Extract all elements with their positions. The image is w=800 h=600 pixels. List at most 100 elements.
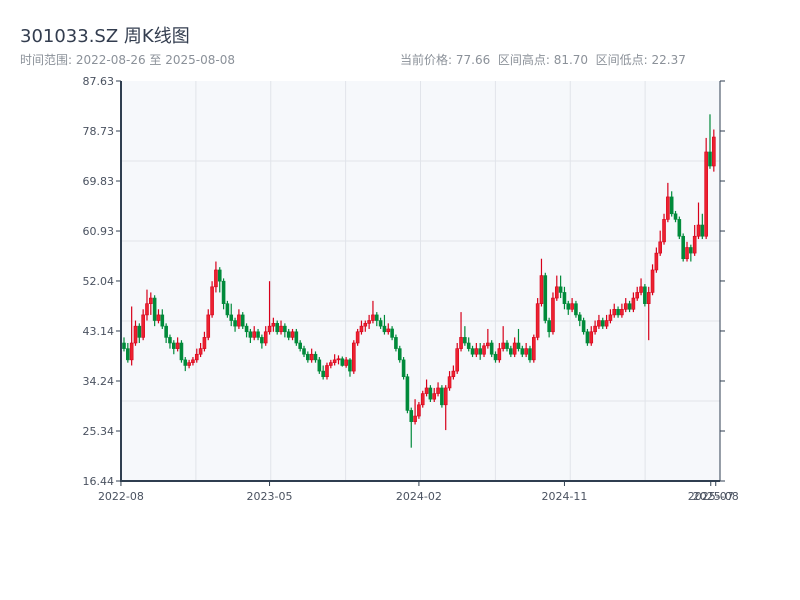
x-tick-label: 2025-08 [693, 490, 739, 503]
candle-up [351, 342, 356, 372]
candle-down [286, 331, 291, 338]
candle-down [283, 325, 287, 333]
candle-down [428, 387, 433, 400]
candle-up [309, 353, 314, 361]
candle-down [221, 280, 226, 304]
x-tick-label: 2024-11 [541, 490, 587, 503]
candle-down [643, 286, 647, 304]
candle-down [317, 359, 322, 372]
candle-down [248, 331, 253, 338]
candle-down [516, 342, 521, 349]
candle-up [133, 325, 138, 344]
candle-up [149, 297, 153, 304]
candle-up [455, 348, 460, 372]
candle-up [194, 353, 199, 361]
x-tick-label: 2023-05 [247, 490, 293, 503]
candle-up [198, 348, 203, 355]
candle-down [505, 342, 509, 349]
candle-down [340, 358, 345, 366]
candle-down [183, 359, 188, 366]
candle-up [620, 308, 624, 316]
candle-down [275, 323, 280, 333]
y-tick-label: 69.83 [83, 175, 115, 188]
candle-up [597, 320, 601, 327]
candle-up [267, 325, 272, 333]
candle-down [616, 308, 620, 316]
candle-down [294, 331, 299, 344]
candle-down [225, 303, 230, 316]
candle-down [217, 269, 222, 282]
candle-up [662, 219, 666, 243]
candle-up [263, 331, 268, 344]
candle-down [240, 314, 245, 327]
candle-up [336, 358, 341, 361]
candle-down [122, 342, 126, 349]
candle-up [420, 393, 425, 406]
candle-up [436, 387, 440, 394]
y-tick-label: 25.34 [83, 425, 115, 438]
y-tick-label: 78.73 [83, 125, 115, 138]
y-tick-label: 34.24 [83, 375, 115, 388]
candle-down [509, 348, 513, 355]
candle-up [532, 337, 536, 361]
candle-down [463, 337, 467, 344]
candle-up [271, 323, 276, 327]
candle-down [160, 314, 165, 327]
candle-up [666, 196, 670, 220]
candle-down [164, 325, 168, 338]
candle-up [704, 151, 708, 237]
candle-down [378, 320, 383, 327]
candle-down [681, 235, 685, 260]
candle-up [141, 314, 145, 338]
candle-up [237, 314, 241, 327]
candle-down [229, 314, 234, 321]
candle-up [325, 365, 329, 378]
candle-down [409, 410, 414, 422]
candle-up [482, 345, 486, 355]
candle-down [256, 331, 260, 338]
candle-down [390, 328, 394, 338]
candle-up [612, 308, 617, 316]
y-tick-label: 87.63 [83, 75, 115, 88]
candle-down [168, 337, 172, 344]
candle-down [298, 342, 302, 349]
candle-up [363, 323, 368, 327]
candle-up [551, 297, 555, 333]
candle-up [474, 348, 479, 355]
candle-up [443, 387, 448, 406]
candle-down [520, 348, 525, 355]
y-tick-label: 16.44 [83, 475, 115, 488]
candle-down [171, 342, 176, 349]
candle-up [206, 314, 211, 338]
candlestick-chart: 16.44 25.34 34.24 43.14 52.04 60.93 69.83 78.73… [83, 75, 739, 503]
candle-up [696, 224, 701, 237]
candle-up [451, 370, 456, 378]
candle-up [329, 362, 333, 366]
candle-up [459, 337, 463, 349]
candle-up [290, 331, 295, 338]
y-tick-label: 43.14 [83, 325, 115, 338]
candle-down [126, 348, 130, 361]
candle-down [566, 303, 571, 310]
candle-up [608, 314, 613, 321]
candle-up [175, 342, 180, 349]
candle-up [658, 241, 663, 254]
candle-up [367, 320, 371, 324]
candle-down [700, 224, 705, 237]
candle-down [382, 325, 387, 333]
candle-up [554, 286, 559, 299]
candle-down [600, 320, 605, 327]
candle-up [359, 325, 364, 333]
candle-up [279, 325, 283, 333]
candle-down [673, 213, 678, 220]
candle-down [466, 342, 471, 349]
candle-down [708, 151, 712, 167]
candle-down [302, 348, 306, 355]
candle-up [501, 342, 505, 349]
candle-down [244, 325, 249, 333]
candle-up [692, 235, 697, 254]
candle-up [570, 303, 574, 310]
candle-down [321, 370, 325, 378]
candle-up [413, 415, 417, 422]
x-tick-label: 2022-08 [98, 490, 144, 503]
